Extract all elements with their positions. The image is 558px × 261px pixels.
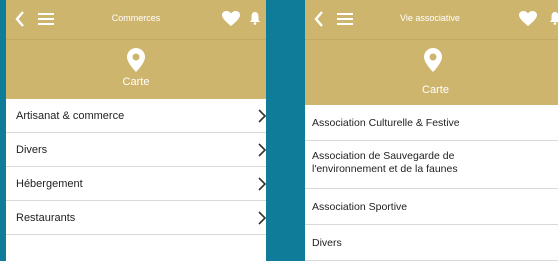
back-icon[interactable] [313, 10, 327, 30]
list-item-label: Divers [16, 143, 48, 156]
carte-button[interactable]: Carte [6, 40, 266, 99]
chevron-right-icon [258, 108, 266, 123]
list-item-label: Hébergement [16, 177, 83, 190]
list-item[interactable]: Artisanat & commerce [6, 99, 266, 133]
list-item-label: Artisanat & commerce [16, 109, 125, 122]
category-list: Association Culturelle & Festive Associa… [305, 105, 558, 261]
top-app-bar: Commerces [6, 0, 266, 40]
list-item-label: Association Sportive [312, 200, 408, 213]
list-item[interactable]: Association Culturelle & Festive [305, 105, 558, 141]
list-item[interactable]: Divers [6, 133, 266, 167]
list-item[interactable]: Restaurants [6, 201, 266, 235]
bell-icon[interactable] [550, 11, 558, 25]
bell-icon[interactable] [250, 11, 260, 25]
map-pin-icon [127, 48, 145, 72]
list-item[interactable]: Association de Sauvegarde de l'environne… [305, 141, 558, 189]
list-item[interactable]: Divers [305, 225, 558, 261]
list-item-label: Restaurants [16, 211, 76, 224]
list-item-label: Divers [312, 236, 342, 249]
carte-label: Carte [422, 84, 449, 96]
list-item-label: Association Culturelle & Festive [312, 116, 460, 129]
left-screen: Commerces Carte Artisanat & commerce Div… [6, 0, 266, 261]
chevron-right-icon [258, 210, 266, 225]
heart-icon[interactable] [519, 11, 537, 27]
heart-icon[interactable] [222, 11, 240, 27]
top-app-bar: Vie associative [305, 0, 558, 40]
chevron-right-icon [258, 142, 266, 157]
list-item[interactable]: Hébergement [6, 167, 266, 201]
right-screen: Vie associative Carte Association Cultur… [305, 0, 558, 261]
hamburger-menu-icon[interactable] [337, 13, 353, 26]
category-list: Artisanat & commerce Divers Hébergement … [6, 99, 266, 235]
carte-button[interactable]: Carte [305, 40, 558, 105]
list-item[interactable]: Association Sportive [305, 189, 558, 225]
chevron-right-icon [258, 176, 266, 191]
list-item-label: Association de Sauvegarde de l'environne… [312, 149, 458, 175]
map-pin-icon [424, 48, 442, 72]
carte-label: Carte [122, 76, 150, 88]
